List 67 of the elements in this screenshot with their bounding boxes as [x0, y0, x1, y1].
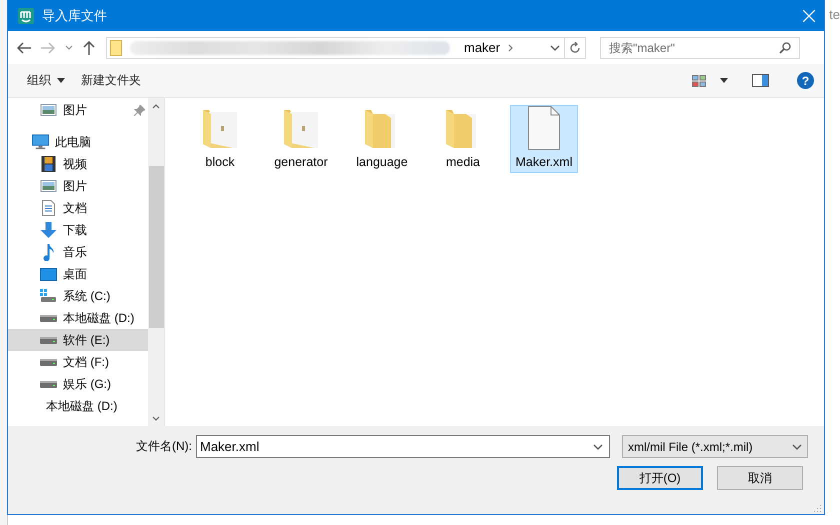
nav-item[interactable]: 本地磁盘 (D:) — [8, 395, 148, 417]
nav-item[interactable]: 娱乐 (G:) — [8, 373, 148, 395]
file-item[interactable]: language — [348, 105, 416, 173]
close-icon — [803, 10, 815, 22]
nav-item[interactable]: 文档 (F:) — [8, 351, 148, 373]
file-item[interactable]: media — [429, 105, 497, 173]
file-item[interactable]: Maker.xml — [510, 105, 578, 173]
chevron-down-icon[interactable] — [593, 444, 603, 450]
nav-item[interactable]: 此电脑 — [8, 131, 148, 153]
chevron-down-icon — [792, 444, 802, 450]
file-icon — [528, 106, 560, 150]
film-icon — [40, 156, 57, 172]
caret-icon — [57, 78, 65, 83]
nav-item[interactable]: 图片 — [8, 99, 148, 121]
back-button[interactable] — [14, 42, 34, 54]
app-logo-icon — [18, 8, 34, 24]
chevron-icon — [508, 44, 514, 52]
file-item[interactable]: generator — [267, 105, 335, 173]
drive-icon — [40, 314, 57, 322]
preview-pane-icon[interactable] — [752, 74, 769, 87]
scrollbar-thumb[interactable] — [148, 166, 164, 328]
chevron-down-icon — [550, 44, 560, 50]
view-icon[interactable] — [692, 74, 706, 86]
nav-item[interactable]: 文档 — [8, 197, 148, 219]
document-icon — [40, 200, 57, 216]
file-type-dropdown[interactable]: xml/mil File (*.xml;*.mil) — [622, 435, 808, 458]
breadcrumb[interactable]: maker — [464, 40, 500, 55]
picture-icon — [40, 179, 57, 193]
organize-menu[interactable]: 组织 — [26, 69, 66, 92]
nav-item[interactable]: 系统 (C:) — [8, 285, 148, 307]
background-text: te — [829, 7, 840, 22]
address-bar[interactable]: maker — [106, 36, 586, 58]
search-box[interactable]: 搜索"maker" — [600, 36, 800, 58]
drive-icon — [40, 289, 57, 303]
chevron-up-icon — [152, 104, 160, 108]
drive-icon — [40, 358, 57, 366]
nav-item[interactable]: 图片 — [8, 175, 148, 197]
monitor-icon — [32, 134, 49, 150]
help-button[interactable]: ? — [797, 72, 814, 89]
nav-item[interactable]: 本地磁盘 (D:) — [8, 307, 148, 329]
picture-icon — [40, 103, 57, 117]
drive-icon — [40, 336, 57, 344]
folder-icon — [110, 40, 122, 56]
filename-label: 文件名(N): — [135, 438, 192, 455]
folder-icon — [284, 108, 318, 150]
nav-item[interactable]: 桌面 — [8, 263, 148, 285]
chevron-down-icon — [152, 416, 160, 420]
filename-combo[interactable]: Maker.xml — [196, 435, 610, 458]
search-icon — [779, 42, 791, 54]
refresh-icon — [569, 42, 581, 54]
nav-item[interactable]: 软件 (E:) — [8, 329, 148, 351]
filename-field[interactable]: Maker.xml — [197, 437, 593, 456]
view-dropdown[interactable] — [720, 78, 728, 83]
window-title: 导入库文件 — [42, 6, 108, 24]
new-folder-button[interactable]: 新建文件夹 — [80, 69, 142, 92]
drive-icon — [40, 380, 57, 388]
cancel-button[interactable]: 取消 — [717, 466, 803, 490]
file-item[interactable]: block — [186, 105, 254, 173]
open-button[interactable]: 打开(O) — [617, 466, 703, 490]
nav-item[interactable]: 下载 — [8, 219, 148, 241]
pin-icon[interactable] — [134, 105, 145, 116]
folder-icon — [203, 108, 237, 150]
nav-item[interactable]: 音乐 — [8, 241, 148, 263]
down-arrow-icon — [40, 222, 57, 238]
nav-item[interactable]: 视频 — [8, 153, 148, 175]
resize-grip-icon[interactable] — [814, 504, 822, 512]
desktop-icon — [40, 268, 57, 280]
